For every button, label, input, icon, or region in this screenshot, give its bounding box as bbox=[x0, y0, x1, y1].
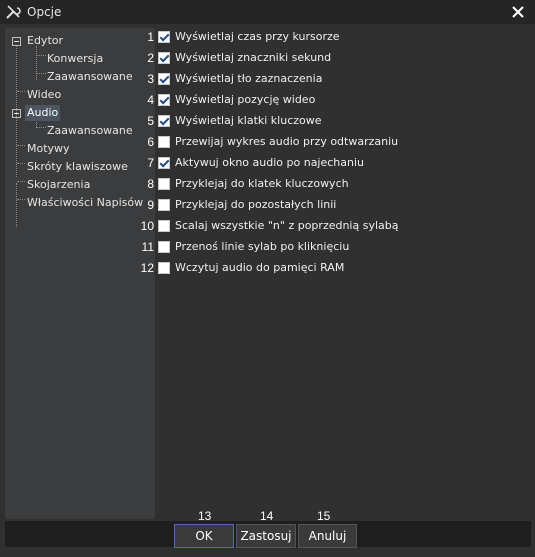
option-label[interactable]: Wyświetlaj pozycję wideo bbox=[175, 91, 315, 109]
tree-line bbox=[36, 73, 46, 74]
tree-line bbox=[17, 163, 25, 164]
option-checkbox[interactable] bbox=[158, 73, 170, 85]
option-label[interactable]: Przyklejaj do klatek kluczowych bbox=[175, 175, 349, 193]
option-number: 7 bbox=[147, 156, 154, 170]
tree-item-edytor[interactable]: Edytor bbox=[27, 33, 63, 49]
cancel-button[interactable]: Anuluj bbox=[298, 524, 357, 548]
tree-item-edytor-zaawansowane[interactable]: Zaawansowane bbox=[47, 69, 133, 85]
window-title: Opcje bbox=[27, 5, 62, 19]
collapse-toggle-audio[interactable] bbox=[12, 109, 21, 118]
option-label[interactable]: Wyświetlaj klatki kluczowe bbox=[175, 112, 322, 130]
option-number: 1 bbox=[147, 30, 154, 44]
tree-line bbox=[36, 127, 46, 128]
button-number: 14 bbox=[260, 509, 274, 523]
tree-item-audio-zaawansowane[interactable]: Zaawansowane bbox=[47, 123, 133, 139]
option-label[interactable]: Przewijaj wykres audio przy odtwarzaniu bbox=[175, 133, 398, 151]
tree-item-skroty-klawiszowe[interactable]: Skróty klawiszowe bbox=[27, 159, 128, 175]
tree-line bbox=[36, 55, 46, 56]
option-number: 11 bbox=[141, 240, 154, 254]
ok-button[interactable]: OK bbox=[174, 524, 234, 548]
option-label[interactable]: Scalaj wszystkie "n" z poprzednią sylabą bbox=[175, 217, 399, 235]
tree-line bbox=[36, 46, 37, 80]
option-label[interactable]: Wyświetlaj tło zaznaczenia bbox=[175, 70, 322, 88]
tree-item-audio[interactable]: Audio bbox=[25, 105, 61, 121]
tree-line bbox=[17, 91, 25, 92]
option-label[interactable]: Wyświetlaj znaczniki sekund bbox=[175, 49, 331, 67]
collapse-toggle-edytor[interactable] bbox=[12, 37, 21, 46]
option-label[interactable]: Wyświetlaj czas przy kursorze bbox=[175, 28, 340, 46]
options-tree: Edytor Konwersja Zaawansowane Wideo Audi… bbox=[5, 28, 155, 519]
close-icon[interactable] bbox=[509, 3, 527, 21]
option-number: 8 bbox=[147, 177, 154, 191]
option-number: 3 bbox=[147, 72, 154, 86]
button-number: 13 bbox=[198, 509, 212, 523]
tree-item-motywy[interactable]: Motywy bbox=[27, 141, 70, 157]
apply-button[interactable]: Zastosuj bbox=[236, 524, 296, 548]
option-number: 12 bbox=[140, 261, 154, 275]
tree-line bbox=[16, 183, 17, 227]
option-number: 6 bbox=[147, 135, 154, 149]
option-number: 2 bbox=[147, 51, 154, 65]
option-checkbox[interactable] bbox=[158, 178, 170, 190]
option-label[interactable]: Przyklejaj do pozostałych linii bbox=[175, 196, 336, 214]
tree-item-wlasciwosci-napisow[interactable]: Właściwości Napisów bbox=[27, 195, 143, 211]
option-label[interactable]: Przenoś linie sylab po kliknięciu bbox=[175, 238, 349, 256]
tools-icon bbox=[6, 5, 21, 19]
tree-line bbox=[17, 199, 25, 200]
option-label[interactable]: Aktywuj okno audio po najechaniu bbox=[175, 154, 364, 172]
option-checkbox[interactable] bbox=[158, 241, 170, 253]
option-checkbox[interactable] bbox=[158, 52, 170, 64]
option-checkbox[interactable] bbox=[158, 199, 170, 211]
option-checkbox[interactable] bbox=[158, 262, 170, 274]
option-checkbox[interactable] bbox=[158, 115, 170, 127]
option-label[interactable]: Wczytuj audio do pamięci RAM bbox=[175, 259, 344, 277]
option-checkbox[interactable] bbox=[158, 31, 170, 43]
tree-item-skojarzenia[interactable]: Skojarzenia bbox=[27, 177, 90, 193]
option-checkbox[interactable] bbox=[158, 220, 170, 232]
title-bar: Opcje bbox=[0, 0, 535, 24]
option-checkbox[interactable] bbox=[158, 94, 170, 106]
option-number: 5 bbox=[147, 114, 154, 128]
tree-line bbox=[17, 181, 25, 182]
option-number: 4 bbox=[147, 93, 154, 107]
option-checkbox[interactable] bbox=[158, 157, 170, 169]
button-number: 15 bbox=[317, 509, 331, 523]
tree-line bbox=[17, 145, 25, 146]
tree-item-wideo[interactable]: Wideo bbox=[27, 87, 61, 103]
option-number: 10 bbox=[140, 219, 154, 233]
audio-options-panel: 1 Wyświetlaj czas przy kursorze 2 Wyświe… bbox=[140, 24, 535, 284]
option-number: 9 bbox=[147, 198, 154, 212]
option-checkbox[interactable] bbox=[158, 136, 170, 148]
dialog-content: Edytor Konwersja Zaawansowane Wideo Audi… bbox=[0, 24, 535, 557]
tree-item-konwersja[interactable]: Konwersja bbox=[47, 51, 103, 67]
